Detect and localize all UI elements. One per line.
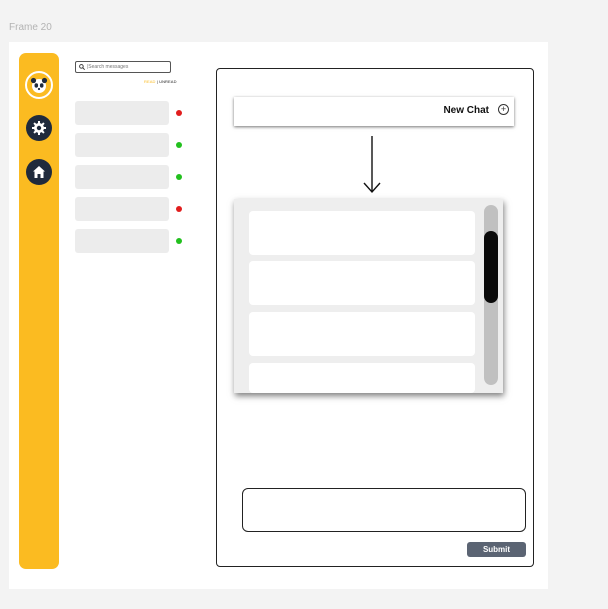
list-item[interactable]	[75, 101, 169, 125]
list-item[interactable]	[75, 133, 169, 157]
home-icon[interactable]	[26, 159, 52, 185]
app-frame: READ | UNREAD New Chat + Submit	[9, 42, 548, 589]
plus-circle-icon: +	[498, 104, 509, 115]
message-input[interactable]	[242, 488, 526, 532]
status-dot	[176, 206, 182, 212]
search-box[interactable]	[75, 61, 171, 73]
filter-read[interactable]: READ	[144, 79, 156, 84]
search-input[interactable]	[85, 64, 167, 70]
sidebar	[19, 53, 59, 569]
chat-row[interactable]	[249, 261, 475, 305]
scrollbar-track[interactable]	[484, 205, 498, 385]
frame-label: Frame 20	[9, 22, 52, 33]
gear-icon[interactable]	[26, 115, 52, 141]
status-dot	[176, 110, 182, 116]
filter-unread[interactable]: UNREAD	[159, 79, 177, 84]
chat-row[interactable]	[249, 211, 475, 255]
chat-row[interactable]	[249, 363, 475, 393]
chat-panel: New Chat + Submit	[216, 68, 534, 567]
status-dot	[176, 238, 182, 244]
list-item[interactable]	[75, 229, 169, 253]
list-item[interactable]	[75, 165, 169, 189]
submit-button[interactable]: Submit	[467, 542, 526, 557]
status-dot	[176, 142, 182, 148]
panda-avatar-icon[interactable]	[25, 71, 53, 99]
arrow-down-icon	[363, 136, 381, 194]
chat-list[interactable]	[234, 199, 503, 393]
new-chat-label: New Chat	[443, 105, 489, 116]
chat-row[interactable]	[249, 312, 475, 356]
list-item[interactable]	[75, 197, 169, 221]
new-chat-button[interactable]: New Chat +	[234, 97, 514, 126]
status-dot	[176, 174, 182, 180]
scrollbar-thumb[interactable]	[484, 231, 498, 303]
read-unread-filter: READ | UNREAD	[144, 79, 177, 84]
